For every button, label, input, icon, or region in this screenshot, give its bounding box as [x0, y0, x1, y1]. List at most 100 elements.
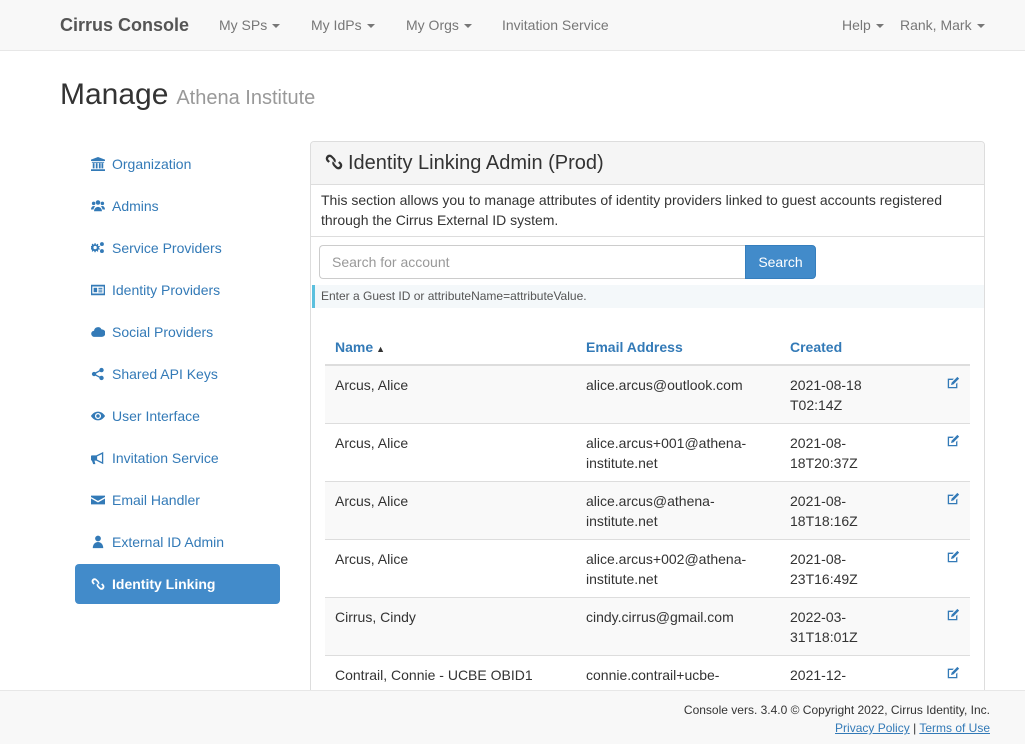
- email-value: alice.arcus+001@athena-institute.net: [586, 435, 747, 471]
- sidebar-item-user-interface[interactable]: User Interface: [75, 396, 280, 436]
- cell-email: cindy.cirrus@gmail.com: [576, 597, 780, 656]
- edit-icon[interactable]: [946, 607, 960, 621]
- cell-created: 2021-08-18T20:37Z: [780, 423, 910, 482]
- cell-email: alice.arcus+002@athena-institute.net: [576, 539, 780, 598]
- users-icon: [91, 199, 105, 213]
- caret-down-icon: [875, 24, 884, 29]
- nav-invitation-service-label: Invitation Service: [502, 17, 609, 33]
- created-value: 2022-03-31T18:01Z: [790, 609, 858, 645]
- table-row[interactable]: Arcus, Alice alice.arcus@athena-institut…: [325, 481, 970, 540]
- sidebar-item-label: Invitation Service: [112, 450, 219, 466]
- id-card-icon: [91, 283, 105, 297]
- brand-link[interactable]: Cirrus Console: [60, 15, 189, 36]
- cell-email: alice.arcus@athena-institute.net: [576, 481, 780, 540]
- sidebar-nav: Organization Admins Service Providers Id…: [75, 144, 280, 606]
- nav-my-orgs[interactable]: My Orgs: [406, 17, 472, 33]
- created-value: 2021-08-23T16:49Z: [790, 551, 858, 587]
- caret-down-icon: [976, 24, 985, 29]
- column-header-label: Created: [790, 339, 843, 355]
- privacy-policy-link[interactable]: Privacy Policy: [835, 721, 910, 735]
- footer-copyright: Console vers. 3.4.0 © Copyright 2022, Ci…: [683, 703, 990, 717]
- cell-actions: [910, 481, 970, 540]
- sidebar-item-email-handler[interactable]: Email Handler: [75, 480, 280, 520]
- sidebar-item-identity-providers[interactable]: Identity Providers: [75, 270, 280, 310]
- footer-links: Privacy Policy | Terms of Use: [835, 721, 990, 735]
- nav-my-sps[interactable]: My SPs: [219, 17, 281, 33]
- nav-user-menu[interactable]: Rank, Mark: [900, 17, 985, 33]
- sidebar-item-external-id-admin[interactable]: External ID Admin: [75, 522, 280, 562]
- terms-of-use-link[interactable]: Terms of Use: [919, 721, 990, 735]
- sidebar-item-service-providers[interactable]: Service Providers: [75, 228, 280, 268]
- panel-description: This section allows you to manage attrib…: [311, 185, 984, 237]
- nav-user-menu-label: Rank, Mark: [900, 17, 972, 33]
- search-input[interactable]: [319, 245, 745, 279]
- table-row[interactable]: Arcus, Alice alice.arcus+002@athena-inst…: [325, 539, 970, 598]
- edit-icon[interactable]: [946, 491, 960, 505]
- sidebar-item-label: Service Providers: [112, 240, 222, 256]
- search-form: Search: [319, 245, 816, 279]
- edit-icon[interactable]: [946, 433, 960, 447]
- cell-name: Arcus, Alice: [325, 364, 576, 424]
- page-footer: Console vers. 3.4.0 © Copyright 2022, Ci…: [0, 690, 1025, 744]
- sidebar-item-label: Shared API Keys: [112, 366, 218, 382]
- cell-created: 2021-08-18T02:14Z: [780, 364, 910, 424]
- sort-asc-icon: ▲: [376, 344, 386, 354]
- nav-help-label: Help: [842, 17, 871, 33]
- created-value: 2021-08-18T18:16Z: [790, 493, 858, 529]
- link-icon: [325, 153, 343, 174]
- column-header-label: Email Address: [586, 339, 683, 355]
- sidebar-item-identity-linking[interactable]: Identity Linking: [75, 564, 280, 604]
- sidebar-item-invitation-service[interactable]: Invitation Service: [75, 438, 280, 478]
- edit-icon[interactable]: [946, 375, 960, 389]
- table-row[interactable]: Cirrus, Cindy cindy.cirrus@gmail.com 202…: [325, 597, 970, 656]
- sidebar-item-label: Social Providers: [112, 324, 214, 340]
- cell-created: 2021-08-18T18:16Z: [780, 481, 910, 540]
- sidebar-item-social-providers[interactable]: Social Providers: [75, 312, 280, 352]
- created-value: 2021-08-18T02:14Z: [790, 377, 862, 413]
- cell-actions: [910, 597, 970, 656]
- column-header-email[interactable]: Email Address: [576, 332, 780, 366]
- cell-name: Arcus, Alice: [325, 539, 576, 598]
- caret-down-icon: [366, 24, 375, 29]
- column-header-name[interactable]: Name ▲: [325, 332, 576, 366]
- nav-my-idps[interactable]: My IdPs: [311, 17, 375, 33]
- page-title: Manage: [60, 78, 169, 111]
- sidebar-item-shared-api-keys[interactable]: Shared API Keys: [75, 354, 280, 394]
- page-header: Manage Athena Institute: [60, 78, 315, 112]
- table-row[interactable]: Arcus, Alice alice.arcus@outlook.com 202…: [325, 364, 970, 424]
- cloud-icon: [91, 325, 105, 339]
- sidebar-item-organization[interactable]: Organization: [75, 144, 280, 184]
- cell-name: Arcus, Alice: [325, 481, 576, 540]
- sidebar-item-label: Identity Linking: [112, 576, 216, 592]
- email-value: alice.arcus@athena-institute.net: [586, 493, 715, 529]
- user-icon: [91, 535, 105, 549]
- cell-created: 2022-03-31T18:01Z: [780, 597, 910, 656]
- column-header-actions: [910, 332, 970, 366]
- edit-icon[interactable]: [946, 549, 960, 563]
- sidebar-item-label: Email Handler: [112, 492, 200, 508]
- nav-invitation-service[interactable]: Invitation Service: [502, 17, 609, 33]
- sidebar-item-label: Organization: [112, 156, 192, 172]
- panel-title: Identity Linking Admin (Prod): [348, 151, 604, 174]
- search-button[interactable]: Search: [745, 245, 816, 279]
- nav-my-idps-label: My IdPs: [311, 17, 362, 33]
- column-header-created[interactable]: Created: [780, 332, 910, 366]
- sidebar-item-label: External ID Admin: [112, 534, 225, 550]
- envelope-icon: [91, 493, 105, 507]
- cogs-icon: [91, 241, 105, 255]
- created-value: 2021-08-18T20:37Z: [790, 435, 858, 471]
- sidebar-item-label: Identity Providers: [112, 282, 221, 298]
- edit-icon[interactable]: [946, 665, 960, 679]
- share-icon: [91, 367, 105, 381]
- top-navbar: Cirrus Console My SPs My IdPs My Orgs In…: [0, 0, 1025, 51]
- sidebar-item-admins[interactable]: Admins: [75, 186, 280, 226]
- nav-help[interactable]: Help: [842, 17, 884, 33]
- cell-email: alice.arcus@outlook.com: [576, 364, 780, 424]
- page-subtitle: Athena Institute: [176, 87, 316, 109]
- caret-down-icon: [463, 24, 472, 29]
- sidebar-item-label: Admins: [112, 198, 159, 214]
- cell-actions: [910, 423, 970, 482]
- table-row[interactable]: Arcus, Alice alice.arcus+001@athena-inst…: [325, 423, 970, 482]
- cell-actions: [910, 539, 970, 598]
- search-help-text: Enter a Guest ID or attributeName=attrib…: [312, 285, 984, 308]
